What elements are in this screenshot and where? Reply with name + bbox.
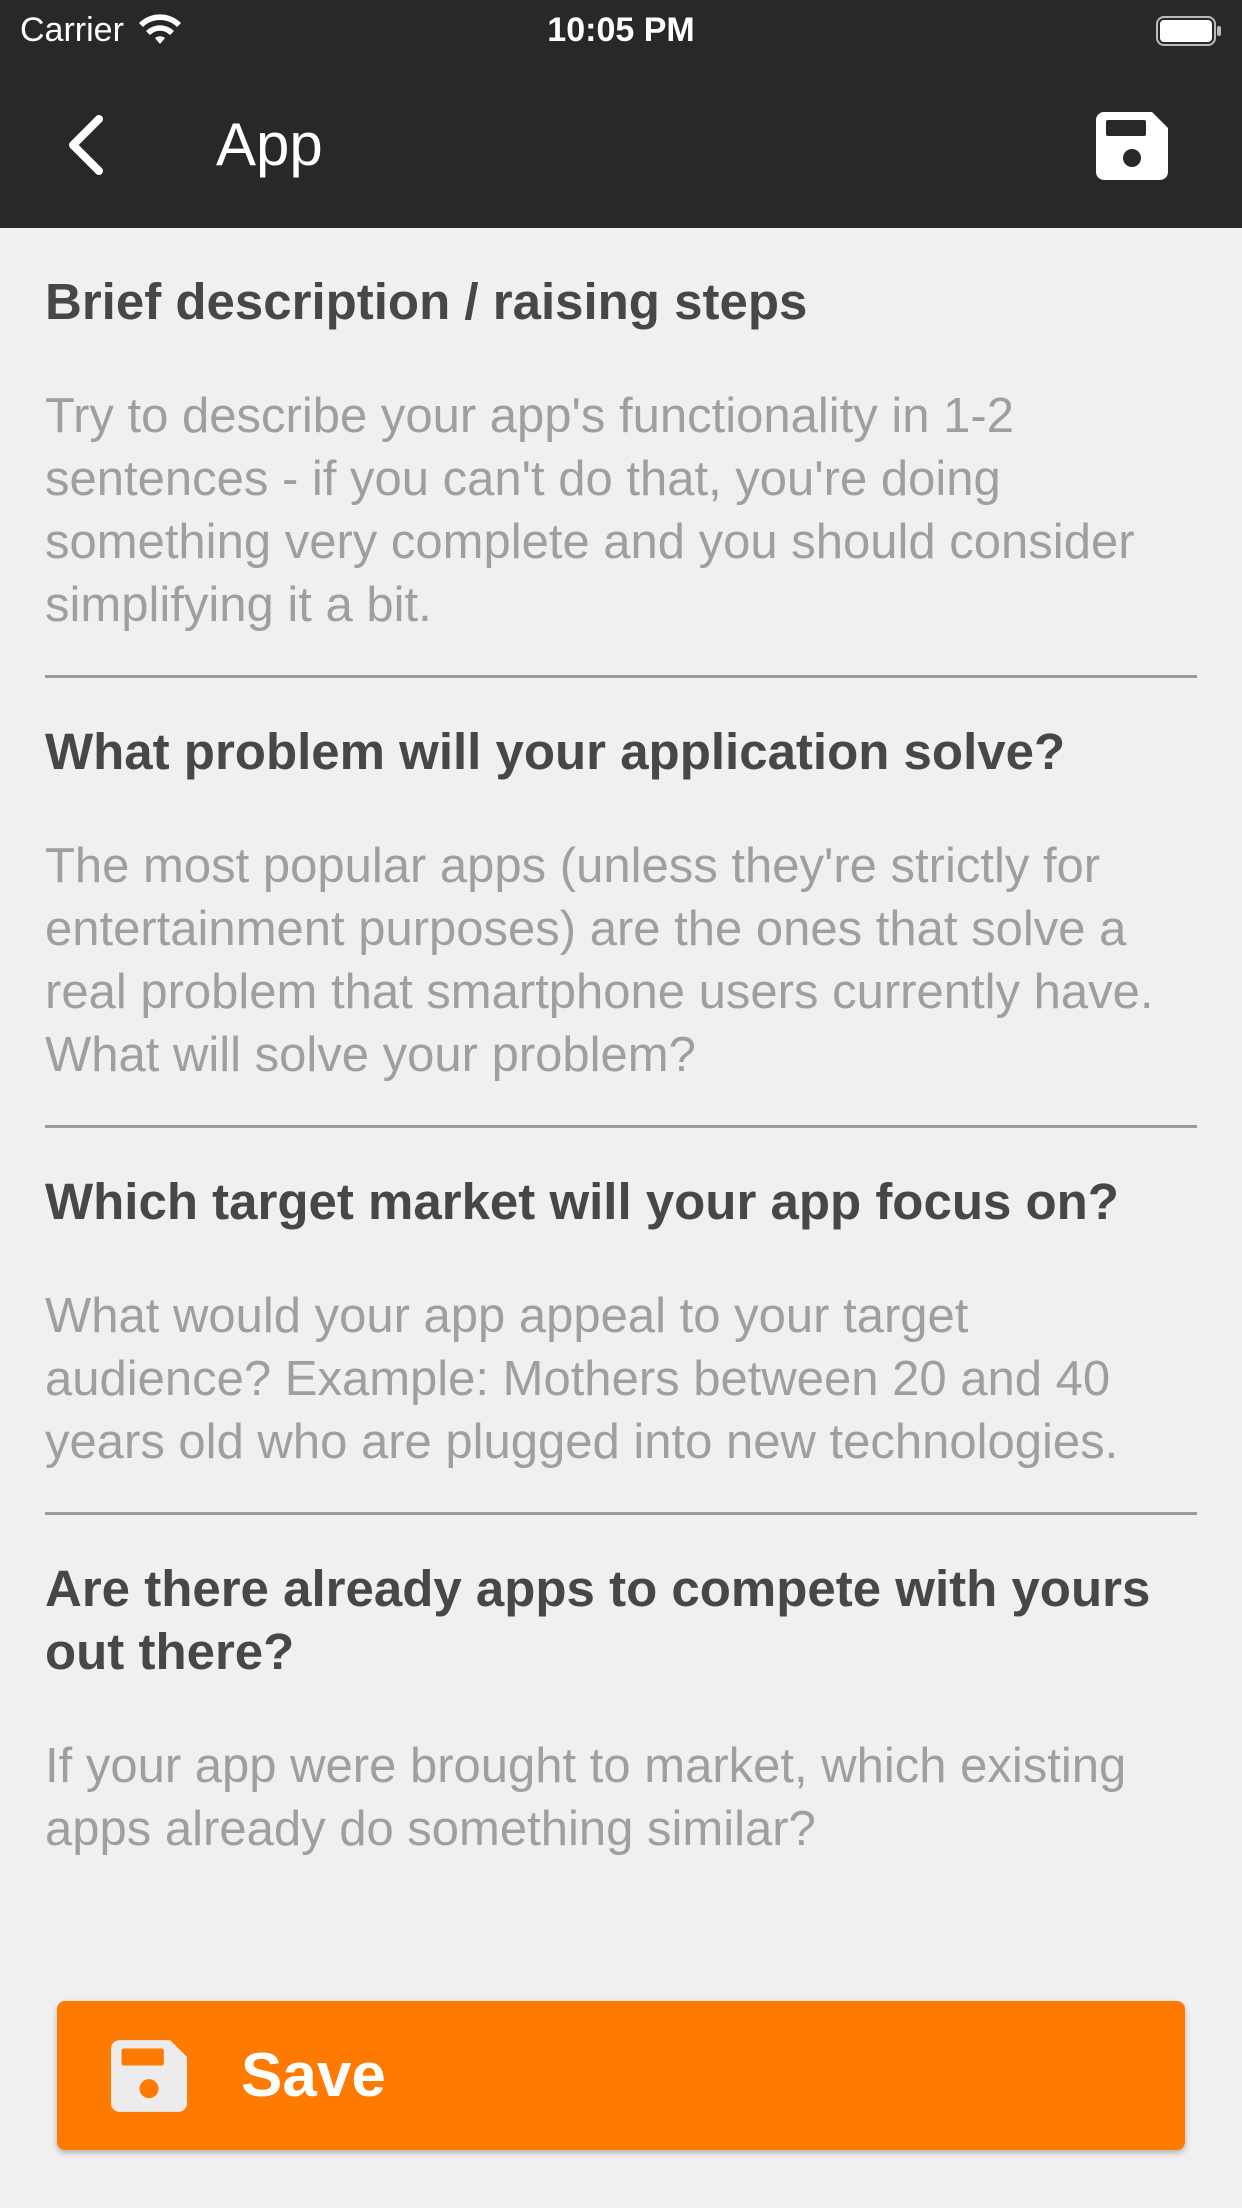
section-title: Which target market will your app focus … <box>45 1173 1119 1230</box>
section-brief-description: Brief description / raising steps Try to… <box>45 228 1197 678</box>
status-time: 10:05 PM <box>547 11 695 49</box>
problem-field[interactable]: The most popular apps (unless they're st… <box>45 835 1197 1087</box>
battery-icon <box>1156 16 1221 46</box>
floppy-disk-icon <box>111 2039 187 2112</box>
section-problem: What problem will your application solve… <box>45 678 1197 1128</box>
section-title: Are there already apps to compete with y… <box>45 1560 1151 1680</box>
description-field[interactable]: Try to describe your app's functionality… <box>45 385 1197 637</box>
status-bar: Carrier 10:05 PM <box>0 0 1242 62</box>
chevron-left-icon <box>69 115 103 175</box>
page-title: App <box>216 111 323 178</box>
floppy-disk-icon <box>1096 112 1168 180</box>
section-competitors: Are there already apps to compete with y… <box>45 1515 1197 1861</box>
save-button-label: Save <box>241 2041 386 2110</box>
save-button[interactable]: Save <box>57 2001 1185 2150</box>
section-title: Brief description / raising steps <box>45 273 808 330</box>
navigation-bar: App <box>0 62 1242 228</box>
section-target-market: Which target market will your app focus … <box>45 1128 1197 1515</box>
competitors-field[interactable]: If your app were brought to market, whic… <box>45 1735 1197 1861</box>
section-title: What problem will your application solve… <box>45 723 1066 780</box>
target-market-field[interactable]: What would your app appeal to your targe… <box>45 1285 1197 1474</box>
form-content: Brief description / raising steps Try to… <box>45 228 1197 1942</box>
back-button[interactable] <box>50 102 120 188</box>
header-save-button[interactable] <box>1092 106 1172 186</box>
